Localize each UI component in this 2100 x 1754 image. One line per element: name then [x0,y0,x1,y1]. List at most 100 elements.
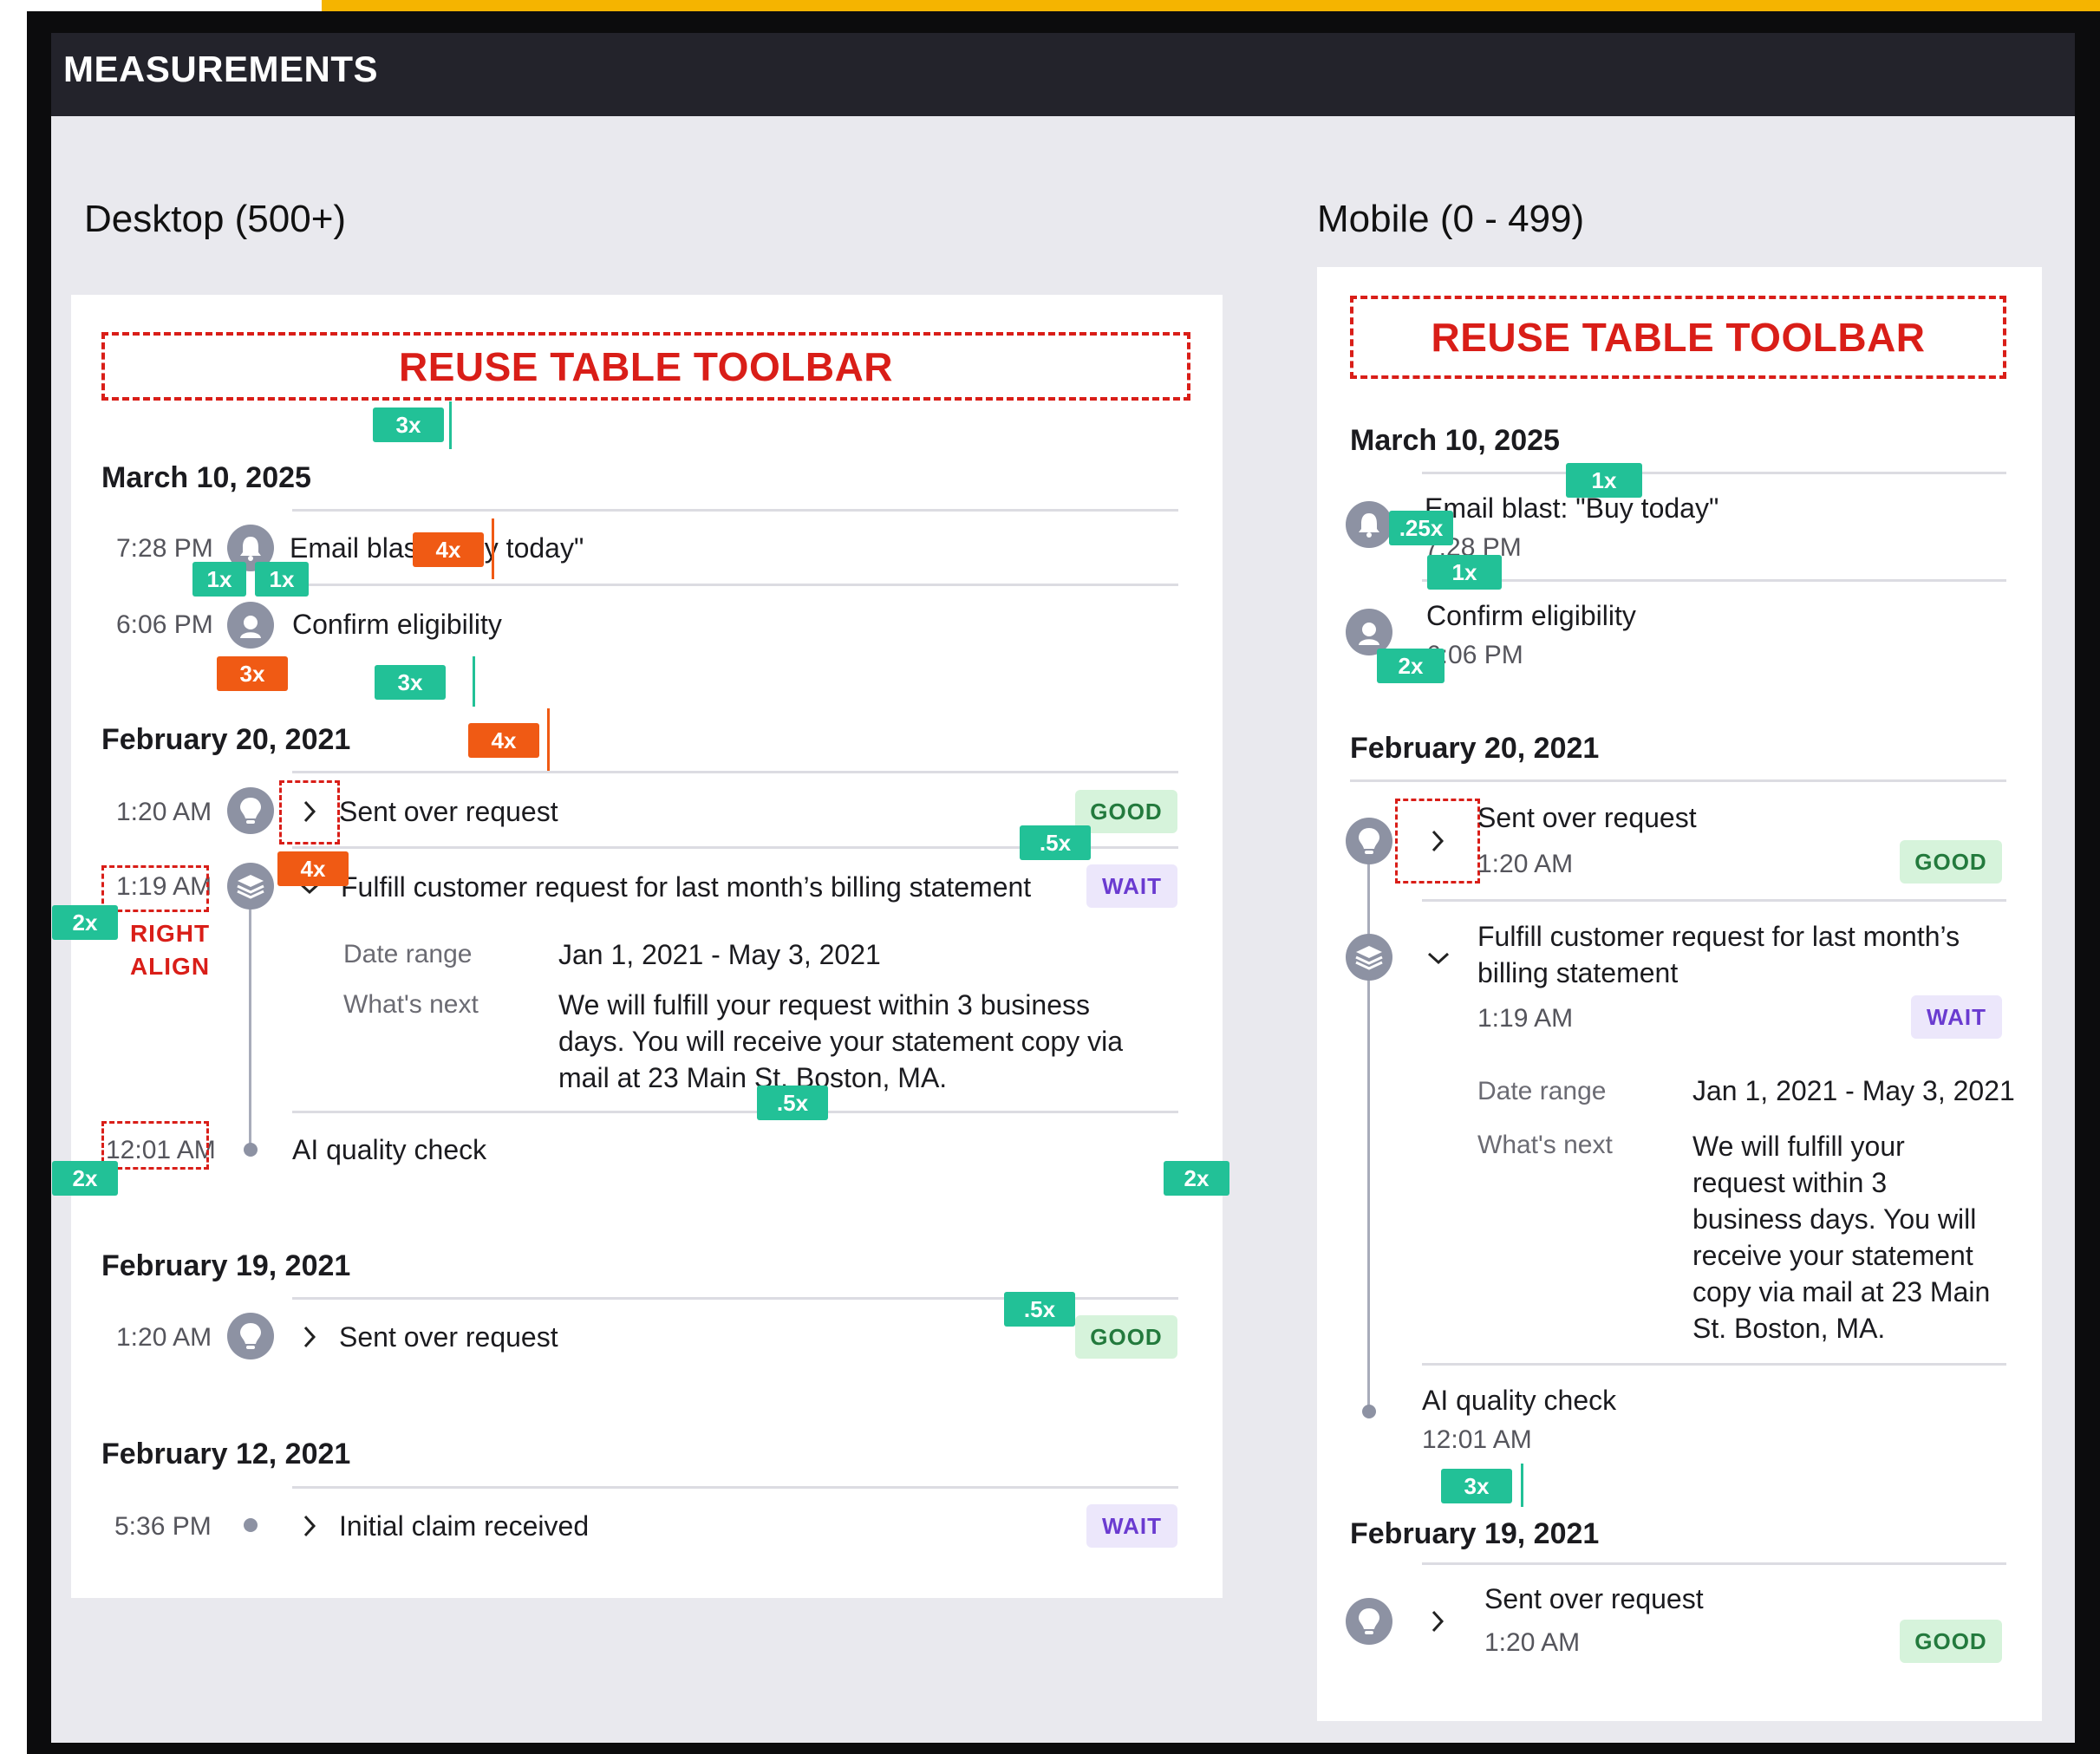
group-date: March 10, 2025 [1350,424,1560,457]
spacing-line [1521,1464,1523,1507]
item-title[interactable]: AI quality check [292,1134,486,1166]
item-title[interactable]: Fulfill customer request for last month’… [341,871,1031,903]
spacing-tag: 1x [1427,555,1502,590]
item-title[interactable]: Sent over request [1484,1583,1704,1615]
note-line: ALIGN [129,953,211,980]
status-badge: GOOD [1075,1315,1177,1359]
lightbulb-icon [227,787,274,834]
right-align-note: RIGHT ALIGN [121,917,218,983]
item-title[interactable]: Confirm eligibility [292,609,502,641]
time-outline [101,865,209,912]
spacing-tag: 1x [1566,463,1642,498]
spacing-tag: 3x [373,408,444,442]
spacing-tag: 4x [413,532,484,567]
group-date: February 19, 2021 [101,1249,351,1282]
item-title-line[interactable]: Fulfill customer request for last month’… [1477,921,1960,953]
spacing-tag: 2x [1377,649,1445,683]
spacing-tag: 4x [468,723,539,758]
spacing-tag: 2x [52,905,118,940]
item-time: 12:01 AM [1422,1425,1532,1454]
spacing-line [492,518,494,579]
item-time: 1:20 AM [1477,850,1574,878]
divider [1350,779,2006,782]
lightbulb-icon [1346,1598,1392,1645]
detail-value-line: St. Boston, MA. [1692,1313,1886,1344]
spacing-tag: .5x [757,1086,828,1120]
spacing-line [547,708,550,771]
item-time: 5:36 PM [114,1512,212,1541]
timeline-line [249,884,251,1149]
group-date: February 19, 2021 [1350,1517,1600,1550]
detail-label: Date range [343,940,473,968]
spacing-tag: 3x [217,656,288,691]
chevron-right-icon[interactable] [1425,1604,1451,1639]
detail-value: Jan 1, 2021 - May 3, 2021 [1692,1075,2015,1106]
timeline-dot [1362,1405,1376,1418]
spacing-tag: 3x [1441,1469,1512,1503]
divider [292,509,1178,512]
group-date: February 12, 2021 [101,1438,351,1470]
divider [1422,579,2006,582]
detail-value-line: We will fulfill your [1692,1131,1905,1162]
spacing-tag: .5x [1004,1292,1075,1327]
detail-value-line: days. You will receive your statement co… [558,1026,1123,1057]
timeline-dot [244,1143,258,1157]
layers-icon [1346,934,1392,981]
spacing-tag: 1x [255,562,309,597]
detail-label: What's next [1477,1131,1613,1159]
desktop-toolbar-placeholder: REUSE TABLE TOOLBAR [101,332,1190,401]
item-title[interactable]: Sent over request [339,796,558,828]
status-badge: WAIT [1911,995,2002,1039]
chevron-right-icon[interactable] [297,1320,323,1354]
detail-value-line: We will fulfill your request within 3 bu… [558,989,1090,1020]
item-title[interactable]: Sent over request [1477,802,1697,834]
detail-value: Jan 1, 2021 - May 3, 2021 [558,939,881,970]
item-time: 1:20 AM [116,1323,212,1352]
divider [292,771,1178,773]
spacing-tag: 4x [277,851,349,886]
lightbulb-icon [1346,818,1392,864]
detail-label: Date range [1477,1077,1607,1105]
layers-icon [227,863,274,910]
status-badge: WAIT [1086,864,1177,908]
detail-value-line: request within 3 [1692,1167,1888,1198]
timeline-dot [244,1518,258,1532]
spacing-line [449,401,452,449]
item-title[interactable]: Sent over request [339,1321,558,1353]
status-badge: WAIT [1086,1504,1177,1548]
item-title[interactable]: AI quality check [1422,1385,1616,1417]
toolbar-label: REUSE TABLE TOOLBAR [398,343,894,389]
group-date: February 20, 2021 [1350,732,1600,765]
chevron-target-outline [279,780,340,844]
detail-label: What's next [343,990,479,1019]
page-title: MEASUREMENTS [63,49,379,89]
spacing-tag: .25x [1389,511,1453,545]
mobile-title: Mobile (0 - 499) [1317,198,1585,240]
detail-value-line: copy via mail at 23 Main [1692,1276,1991,1307]
lightbulb-icon [227,1313,274,1360]
item-title[interactable]: Initial claim received [339,1510,589,1542]
toolbar-label: REUSE TABLE TOOLBAR [1431,315,1926,360]
mobile-panel [1317,267,2042,1721]
spacing-tag: 1x [192,562,246,597]
item-time: 1:20 AM [1484,1628,1581,1657]
chevron-right-icon[interactable] [297,1509,323,1543]
item-time: 1:19 AM [1477,1004,1574,1033]
item-title[interactable]: Confirm eligibility [1426,600,1636,632]
divider [292,584,1178,586]
spacing-tag: 2x [1164,1161,1229,1196]
chevron-down-icon[interactable] [1425,941,1451,975]
divider [1422,899,2006,902]
chevron-target-outline [1395,799,1480,884]
spacing-line [473,656,475,707]
user-icon [227,602,274,649]
item-time: 6:06 PM [116,610,213,639]
detail-value-line: receive your statement [1692,1240,1973,1271]
divider [292,1111,1178,1113]
divider [1422,472,2006,474]
spacing-tag: .5x [1020,825,1091,860]
bell-icon [1346,501,1392,548]
spacing-tag: 2x [52,1161,118,1196]
item-title-line[interactable]: billing statement [1477,957,1678,989]
detail-value-line: business days. You will [1692,1203,1977,1235]
